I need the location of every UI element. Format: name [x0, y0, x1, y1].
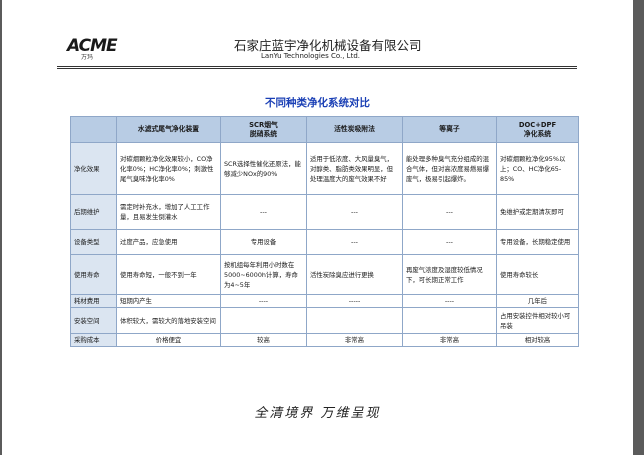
row-label: 设备类型	[70, 229, 117, 255]
table-row: 安装空间 体积较大，需较大的落地安装空间 占用安装控件相对较小可吊装	[70, 307, 579, 334]
table-cell: 使用寿命较长	[496, 254, 579, 295]
column-header: 活性炭吸附法	[306, 116, 403, 143]
table-cell: 非常高	[402, 333, 497, 347]
letterhead: ACME 万玛 石家庄蓝宇净化机械设备有限公司 LanYu Technologi…	[57, 30, 577, 64]
table-cell	[402, 307, 497, 334]
document-page: ACME 万玛 石家庄蓝宇净化机械设备有限公司 LanYu Technologi…	[2, 0, 633, 455]
table-cell: 非常高	[306, 333, 403, 347]
table-row: 使用寿命 使用寿命短，一般不到一年 按机组每年利用小时数在5000~6000h计…	[70, 254, 579, 295]
table-cell: ----	[220, 294, 307, 308]
table-cell: 再废气浓度及湿度较低情况下，可长期正常工作	[402, 254, 497, 295]
column-header: SCR烟气 脱硝系统	[220, 116, 307, 143]
table-cell: 活性炭除臭应进行更换	[306, 254, 403, 295]
table-cell: 较高	[220, 333, 307, 347]
row-label: 安装空间	[70, 307, 117, 334]
table-cell: 短期内产生	[116, 294, 221, 308]
column-header: 水滤式尾气净化装置	[116, 116, 221, 143]
table-cell: 体积较大，需较大的落地安装空间	[116, 307, 221, 334]
table-cell: ---	[306, 194, 403, 230]
table-cell: 专用设备，长期稳定使用	[496, 229, 579, 255]
table-row: 后期维护 需定时补充水，增加了人工工作量，且易发生倒灌水 --- --- ---…	[70, 194, 579, 230]
table-header-row: 水滤式尾气净化装置 SCR烟气 脱硝系统 活性炭吸附法 等离子 DOC+DPF …	[70, 116, 579, 143]
row-label: 耗材费用	[70, 294, 117, 308]
table-cell: 几年后	[496, 294, 579, 308]
table-cell: 能处理多种臭气充分组成的混合气体，但对高浓度易燃易爆废气，极易引起爆炸。	[402, 142, 497, 195]
table-cell: -----	[306, 294, 403, 308]
table-cell: 使用寿命短，一般不到一年	[116, 254, 221, 295]
table-cell: ---	[402, 229, 497, 255]
comparison-table: 水滤式尾气净化装置 SCR烟气 脱硝系统 活性炭吸附法 等离子 DOC+DPF …	[70, 116, 579, 347]
column-header: DOC+DPF 净化系统	[496, 116, 579, 143]
table-cell: 按机组每年利用小时数在5000~6000h计算，寿命为4~5年	[220, 254, 307, 295]
row-label: 净化效果	[70, 142, 117, 195]
table-cell: SCR选择性催化还原法，能够减少NOx的90%	[220, 142, 307, 195]
table-cell: 对碳烟颗粒净化95%以上；CO、HC净化65-85%	[496, 142, 579, 195]
table-cell: 占用安装控件相对较小可吊装	[496, 307, 579, 334]
table-cell: ---	[402, 194, 497, 230]
table-row: 净化效果 对碳烟颗粒净化效果较小，CO净化率0%；HC净化率0%；刺激性尾气臭味…	[70, 142, 579, 195]
footer-slogan: 全清境界 万维呈现	[254, 406, 381, 421]
table-row: 采购成本 价格便宜 较高 非常高 非常高 相对较高	[70, 333, 579, 347]
company-name-en: LanYu Technologies Co., Ltd.	[261, 52, 360, 60]
row-label: 使用寿命	[70, 254, 117, 295]
table-cell: 对碳烟颗粒净化效果较小，CO净化率0%；HC净化率0%；刺激性尾气臭味净化率0%	[116, 142, 221, 195]
table-cell	[306, 307, 403, 334]
table-cell: ---	[220, 194, 307, 230]
table-cell: 过度产品，应急使用	[116, 229, 221, 255]
document-title: 不同种类净化系统对比	[265, 97, 370, 109]
table-cell	[220, 307, 307, 334]
table-cell: 相对较高	[496, 333, 579, 347]
table-cell: 专用设备	[220, 229, 307, 255]
table-cell: 需定时补充水，增加了人工工作量，且易发生倒灌水	[116, 194, 221, 230]
company-logo-subtext: 万玛	[81, 54, 94, 61]
header-divider	[57, 66, 577, 69]
table-cell: ---	[306, 229, 403, 255]
table-row: 设备类型 过度产品，应急使用 专用设备 --- --- 专用设备，长期稳定使用	[70, 229, 579, 255]
table-row: 耗材费用 短期内产生 ---- ----- ---- 几年后	[70, 294, 579, 308]
table-cell: 适用于低浓度、大风量臭气，对醇类、脂肪类效果明显，但处理温度大的废气效果不好	[306, 142, 403, 195]
table-cell: ----	[402, 294, 497, 308]
row-label: 后期维护	[70, 194, 117, 230]
column-header: 等离子	[402, 116, 497, 143]
column-header	[70, 116, 117, 143]
row-label: 采购成本	[70, 333, 117, 347]
table-cell: 免维护或定期清灰即可	[496, 194, 579, 230]
table-cell: 价格便宜	[116, 333, 221, 347]
